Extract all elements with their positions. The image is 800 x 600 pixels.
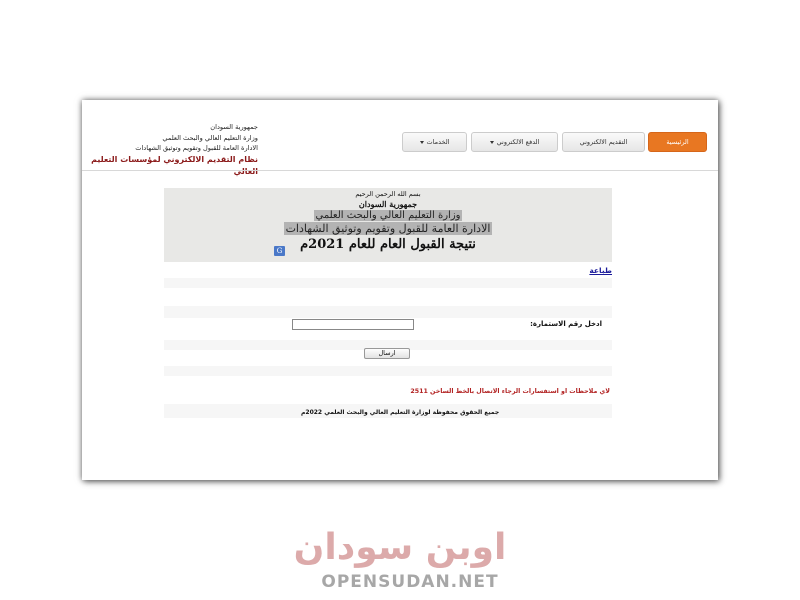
print-link[interactable]: طباعة xyxy=(589,266,612,275)
nav-e-pay-dropdown[interactable]: الدفع الالكتروني xyxy=(471,132,558,152)
nav-home-label: الرئيسية xyxy=(666,138,689,146)
result-title: نتيجة القبول العام للعام 2021م xyxy=(300,237,476,252)
browser-window: جمهورية السودان وزارة التعليم العالي وال… xyxy=(82,100,718,480)
chevron-down-icon xyxy=(489,140,494,144)
row-strip xyxy=(164,306,612,318)
result-banner: بسم الله الرحمن الرحيم جمهورية السودان و… xyxy=(164,188,612,262)
translate-icon[interactable]: G xyxy=(274,246,285,256)
nav-e-pay-label: الدفع الالكتروني xyxy=(496,138,540,146)
watermark-arabic-logo: اوبن سودان xyxy=(293,527,507,568)
copyright: جميع الحقوق محفوظة لوزارة التعليم العالي… xyxy=(301,409,500,416)
nav-services-label: الخدمات xyxy=(426,138,450,146)
row-strip xyxy=(164,278,612,288)
submit-button[interactable]: ارسال xyxy=(364,348,410,359)
banner-admin: الادارة العامة للقبول وتقويم وتوثيق الشه… xyxy=(283,222,493,235)
contact-note: لاي ملاحظات او استفسارات الرجاء الاتصال … xyxy=(410,388,610,395)
row-strip xyxy=(164,366,612,376)
banner-republic: جمهورية السودان xyxy=(358,199,418,209)
form-number-label: ادخل رقم الاستمارة: xyxy=(530,320,602,328)
watermark-latin-logo: OPENSUDAN.NET xyxy=(321,572,499,592)
chevron-down-icon xyxy=(419,140,424,144)
header-republic: جمهورية السودان xyxy=(210,123,258,131)
result-panel: بسم الله الرحمن الرحيم جمهورية السودان و… xyxy=(164,188,612,418)
form-number-input[interactable] xyxy=(292,319,414,330)
nav-e-apply-button[interactable]: التقديم الالكتروني xyxy=(562,132,645,152)
banner-ministry: وزارة التعليم العالي والبحث العلمي xyxy=(313,210,463,221)
header-admin: الادارة العامة للقبول وتقويم وتوثيق الشه… xyxy=(135,144,258,152)
nav-e-apply-label: التقديم الالكتروني xyxy=(579,138,628,146)
system-name: نظام التقديم الالكتروني لمؤسسات التعليم … xyxy=(91,154,258,176)
header-ministry: وزارة التعليم العالي والبحث العلمي xyxy=(162,133,258,142)
nav-home-button[interactable]: الرئيسية xyxy=(648,132,707,152)
nav-services-dropdown[interactable]: الخدمات xyxy=(402,132,467,152)
header-divider xyxy=(82,170,718,171)
basmala: بسم الله الرحمن الرحيم xyxy=(355,190,421,198)
